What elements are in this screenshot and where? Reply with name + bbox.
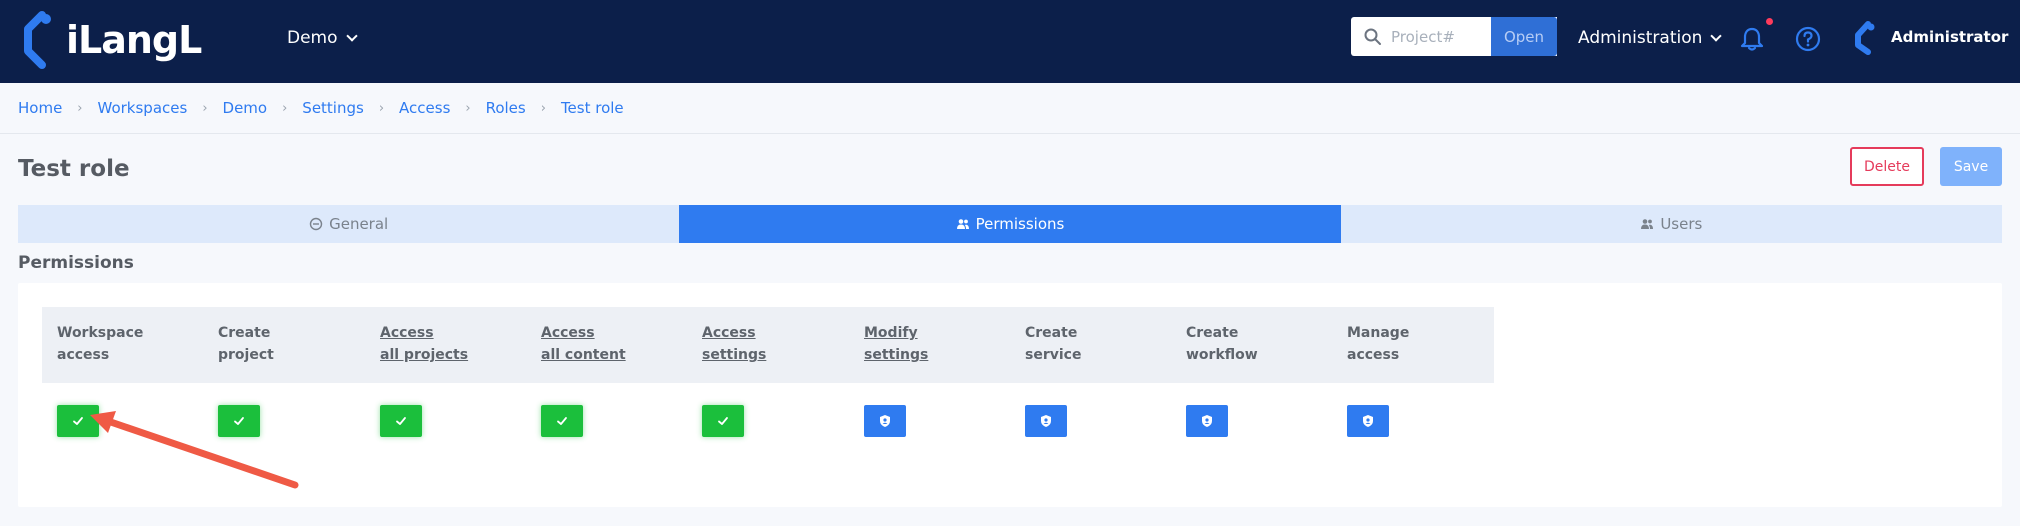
breadcrumb-separator-icon: › [378, 100, 385, 116]
breadcrumb-separator-icon: › [202, 100, 208, 116]
permission-label-line: service [1025, 347, 1082, 363]
app-logo[interactable]: iLangL [18, 10, 202, 70]
permission-label-line: Manage [1347, 325, 1410, 341]
shield-icon [1363, 415, 1373, 427]
breadcrumb-roles[interactable]: Roles [486, 99, 526, 117]
delete-button[interactable]: Delete [1850, 147, 1924, 186]
breadcrumb-separator-icon: › [540, 100, 546, 116]
shield-icon [880, 415, 890, 427]
tab-users[interactable]: Users [1340, 205, 2002, 243]
tab-general[interactable]: General [18, 205, 680, 243]
permission-label-line: access [1347, 347, 1400, 363]
breadcrumb: Home › Workspaces › Demo › Settings › Ac… [18, 98, 624, 118]
permission-column-label: Workspace access [57, 322, 143, 366]
permission-label-line: all content [541, 347, 626, 363]
save-button[interactable]: Save [1940, 147, 2002, 186]
checkmark-icon [234, 417, 244, 425]
permission-toggle-button[interactable] [864, 405, 906, 437]
logo-text: iLangL [66, 18, 202, 62]
checkmark-icon [396, 417, 406, 425]
checkmark-icon [718, 417, 728, 425]
permission-label-line: access [57, 347, 110, 363]
permission-label-line: Modify [864, 325, 918, 341]
permission-toggle-button[interactable] [57, 405, 99, 437]
breadcrumb-access[interactable]: Access [399, 99, 450, 117]
permission-label-line: settings [864, 347, 929, 363]
breadcrumb-separator-icon: › [282, 100, 288, 116]
tab-permissions-label: Permissions [975, 215, 1065, 233]
shield-icon [1202, 415, 1212, 427]
page-title: Test role [18, 156, 130, 182]
permission-toggle-button[interactable] [1347, 405, 1389, 437]
role-tabs: General Permissions Users [18, 205, 2002, 243]
workspace-switcher[interactable]: Demo [287, 28, 358, 48]
tab-permissions[interactable]: Permissions [679, 205, 1341, 243]
permission-label-line: settings [702, 347, 767, 363]
administration-label: Administration [1578, 28, 1703, 48]
breadcrumb-current[interactable]: Test role [561, 99, 624, 117]
breadcrumb-settings[interactable]: Settings [302, 99, 364, 117]
breadcrumb-workspaces[interactable]: Workspaces [98, 99, 188, 117]
permission-column-label: Create workflow [1186, 322, 1258, 366]
permission-label-line: project [218, 347, 274, 363]
permission-toggle-button[interactable] [380, 405, 422, 437]
permission-column-label[interactable]: Modify settings [864, 322, 928, 366]
section-title: Permissions [18, 253, 134, 273]
checkmark-icon [73, 417, 83, 425]
permission-toggle-button[interactable] [1186, 405, 1228, 437]
permission-label-line: workflow [1186, 347, 1258, 363]
notification-bell-icon[interactable] [1740, 26, 1764, 52]
administration-menu[interactable]: Administration [1578, 28, 1723, 48]
top-nav-bar: iLangL Demo Open Administration Administ… [0, 0, 2020, 83]
tab-general-label: General [329, 215, 389, 233]
shield-icon [1041, 415, 1051, 427]
permission-label-line: Access [380, 325, 434, 341]
chevron-down-icon [345, 29, 358, 42]
permission-toggle-button[interactable] [1025, 405, 1067, 437]
permission-toggle-button[interactable] [702, 405, 744, 437]
permission-toggle-button[interactable] [218, 405, 260, 437]
notification-badge [1766, 18, 1773, 25]
permission-label-line: Workspace [57, 325, 144, 341]
permission-label-line: Create [218, 325, 271, 341]
help-icon[interactable] [1795, 26, 1821, 52]
checkmark-icon [557, 417, 567, 425]
permission-toggle-button[interactable] [541, 405, 583, 437]
permission-column-label: Manage access [1347, 322, 1409, 366]
permission-column-label[interactable]: Access settings [702, 322, 766, 366]
chevron-down-icon [1710, 29, 1723, 42]
open-project-button[interactable]: Open [1491, 17, 1557, 56]
logo-icon [24, 11, 51, 69]
permission-column-label: Create service [1025, 322, 1081, 366]
breadcrumb-home[interactable]: Home [18, 99, 62, 117]
breadcrumb-divider [0, 133, 2020, 134]
tab-users-label: Users [1660, 215, 1703, 233]
breadcrumb-demo[interactable]: Demo [223, 99, 268, 117]
permission-column-label[interactable]: Access all projects [380, 322, 468, 366]
users-icon [1641, 219, 1654, 229]
permission-label-line: Access [541, 325, 595, 341]
breadcrumb-separator-icon: › [77, 100, 83, 116]
breadcrumb-separator-icon: › [465, 100, 471, 116]
permission-label-line: Create [1186, 325, 1239, 341]
permission-column-label: Create project [218, 322, 274, 366]
permission-column-label[interactable]: Access all content [541, 322, 626, 366]
user-avatar[interactable] [1850, 21, 1880, 55]
search-icon [1364, 28, 1381, 45]
permission-label-line: Access [702, 325, 756, 341]
user-name[interactable]: Administrator [1891, 28, 2008, 46]
permission-label-line: Create [1025, 325, 1078, 341]
minus-circle-icon [309, 217, 323, 231]
users-icon [956, 219, 969, 229]
workspace-label: Demo [287, 28, 338, 48]
permission-label-line: all projects [380, 347, 469, 363]
